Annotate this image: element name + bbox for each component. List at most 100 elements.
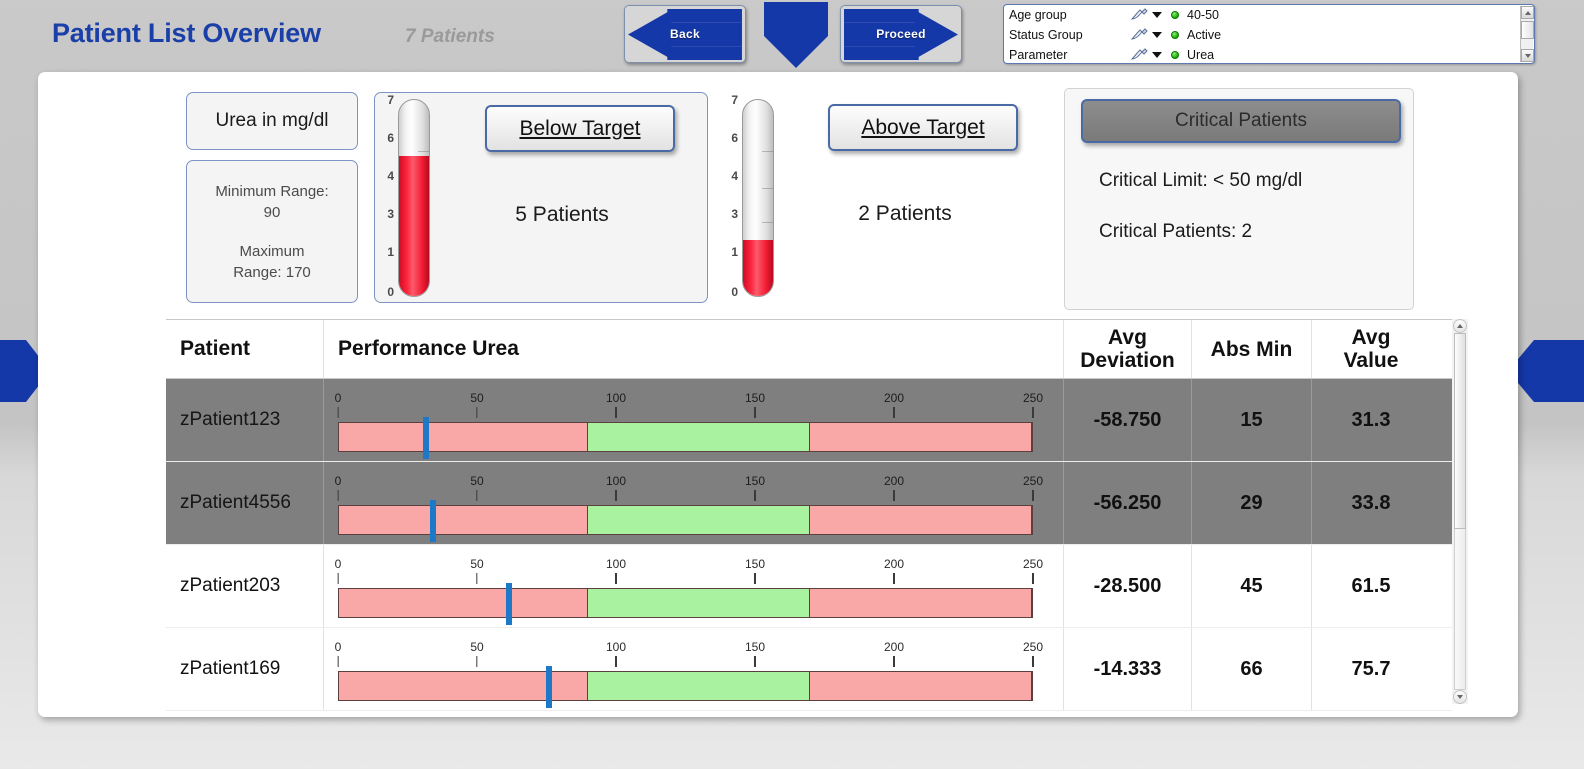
column-header-avg-value[interactable]: Avg Value (1312, 320, 1430, 378)
bullet-zone (339, 423, 589, 451)
column-header-performance[interactable]: Performance Urea (324, 320, 1064, 378)
bullet-bar (338, 583, 1033, 625)
bullet-zone (339, 506, 589, 534)
filter-value-status-group: Active (1187, 28, 1222, 42)
cell-avg-value: 31.3 (1351, 408, 1391, 431)
bullet-axis: 0 50 100 150 200 250 (335, 557, 1043, 584)
back-button[interactable]: Back (624, 5, 746, 63)
column-header-patient[interactable]: Patient (166, 320, 324, 378)
scroll-down-icon[interactable] (1521, 49, 1534, 62)
column-header-abs-min[interactable]: Abs Min (1192, 320, 1312, 378)
scroll-down-icon[interactable] (1453, 690, 1467, 704)
pencil-icon[interactable] (1129, 48, 1151, 62)
pencil-icon[interactable] (1129, 8, 1151, 22)
bullet-value-marker (506, 583, 513, 625)
filter-label-age-group: Age group (1009, 8, 1067, 22)
bullet-zone (588, 506, 811, 534)
critical-patients-panel: Critical Patients Critical Limit: < 50 m… (1064, 88, 1414, 310)
bullet-axis: 0 50 100 150 200 250 (335, 474, 1043, 501)
chevron-down-icon[interactable] (1152, 52, 1162, 58)
axis-tick: 0 (335, 474, 341, 501)
scrollbar-thumb[interactable] (1521, 21, 1534, 39)
axis-tick: 150 (745, 557, 765, 584)
cell-patient: zPatient123 (166, 379, 324, 461)
axis-tick: 100 (606, 640, 626, 667)
bullet-zone (810, 589, 1032, 617)
axis-tick: 150 (745, 391, 765, 418)
thermometer-tick-label: 7 (387, 93, 394, 108)
below-target-button[interactable]: Below Target (485, 105, 675, 152)
back-button-label: Back (670, 27, 700, 41)
above-target-button[interactable]: Above Target (828, 104, 1018, 151)
bullet-zone (810, 423, 1032, 451)
table-row[interactable]: zPatient123 0 50 100 150 200 250 -58.750 15 31.3 (166, 379, 1452, 462)
scroll-up-icon[interactable] (1453, 319, 1467, 333)
above-target-button-label: Above Target (861, 115, 985, 139)
thermometer-tick-label: 4 (731, 169, 738, 184)
proceed-button-label: Proceed (876, 27, 926, 41)
column-header-avg-deviation[interactable]: Avg Deviation (1064, 320, 1192, 378)
critical-patients-button-label: Critical Patients (1175, 110, 1307, 131)
critical-count-text: Critical Patients: 2 (1099, 221, 1253, 242)
axis-tick: 50 (470, 391, 484, 418)
filter-scrollbar[interactable] (1520, 6, 1534, 62)
bullet-zone (588, 423, 811, 451)
cell-patient: zPatient4556 (166, 462, 324, 544)
main-content-panel: Urea in mg/dl Minimum Range: 90 Maximum … (38, 72, 1518, 717)
axis-tick: 200 (884, 391, 904, 418)
axis-tick: 0 (335, 391, 341, 418)
cell-abs-min: 15 (1192, 379, 1312, 461)
down-arrow-icon[interactable] (760, 2, 832, 70)
minimum-range-value: 90 (263, 203, 281, 221)
maximum-range-label: Maximum (239, 242, 305, 260)
cell-avg-value: 75.7 (1351, 657, 1391, 680)
status-dot (1171, 31, 1179, 39)
cell-performance-bullet-chart: 0 50 100 150 200 250 (324, 462, 1064, 544)
critical-limit-text: Critical Limit: < 50 mg/dl (1099, 170, 1303, 191)
thermometer-scale: 7 6 4 3 1 0 (718, 92, 740, 303)
cell-abs-min: 66 (1192, 628, 1312, 710)
table-body: zPatient123 0 50 100 150 200 250 -58.750 15 31.3 z… (166, 379, 1452, 711)
table-header-row: Patient Performance Urea Avg Deviation A… (166, 319, 1452, 379)
bullet-bar (338, 666, 1033, 708)
filter-label-parameter: Parameter (1009, 48, 1068, 62)
critical-patients-button[interactable]: Critical Patients (1081, 99, 1401, 143)
thermometer-tick-label: 0 (387, 285, 394, 300)
cell-performance-bullet-chart: 0 50 100 150 200 250 (324, 545, 1064, 627)
pencil-icon[interactable] (1129, 28, 1151, 42)
axis-tick: 150 (745, 474, 765, 501)
bullet-zone (588, 672, 811, 700)
chevron-down-icon[interactable] (1152, 12, 1162, 18)
below-target-button-label: Below Target (519, 116, 641, 140)
thermometer-tick-label: 1 (731, 245, 738, 260)
table-scrollbar[interactable] (1452, 319, 1468, 704)
filter-panel[interactable]: Age group 40-50 Status Group Active Para… (1003, 4, 1535, 64)
thermometer-tick-label: 6 (387, 131, 394, 146)
cell-performance-bullet-chart: 0 50 100 150 200 250 (324, 379, 1064, 461)
table-row[interactable]: zPatient4556 0 50 100 150 200 250 -56.250 29 33.8 (166, 462, 1452, 545)
cell-abs-min: 45 (1192, 545, 1312, 627)
axis-tick: 250 (1023, 474, 1043, 501)
scrollbar-thumb[interactable] (1454, 333, 1466, 529)
filter-row-parameter[interactable]: Parameter Urea (1004, 45, 1534, 63)
axis-tick: 200 (884, 474, 904, 501)
axis-tick: 250 (1023, 557, 1043, 584)
scroll-up-icon[interactable] (1521, 6, 1534, 19)
avg-value-line1: Avg (1351, 326, 1391, 349)
axis-tick: 200 (884, 557, 904, 584)
chevron-down-icon[interactable] (1152, 32, 1162, 38)
axis-tick: 0 (335, 557, 341, 584)
filter-row-age-group[interactable]: Age group 40-50 (1004, 5, 1534, 25)
axis-tick: 150 (745, 640, 765, 667)
table-row[interactable]: zPatient203 0 50 100 150 200 250 -28.500 45 61.5 (166, 545, 1452, 628)
table-row[interactable]: zPatient169 0 50 100 150 200 250 -14.333 66 75.7 (166, 628, 1452, 711)
cell-avg-deviation: -56.250 (1064, 462, 1192, 544)
maximum-range-value: Range: 170 (233, 263, 311, 281)
range-info-box: Minimum Range: 90 Maximum Range: 170 (186, 160, 358, 303)
proceed-button[interactable]: Proceed (840, 5, 962, 63)
thermometer-tick-label: 3 (387, 207, 394, 222)
status-dot (1171, 51, 1179, 59)
axis-tick: 100 (606, 557, 626, 584)
bullet-axis: 0 50 100 150 200 250 (335, 640, 1043, 667)
filter-row-status-group[interactable]: Status Group Active (1004, 25, 1534, 45)
